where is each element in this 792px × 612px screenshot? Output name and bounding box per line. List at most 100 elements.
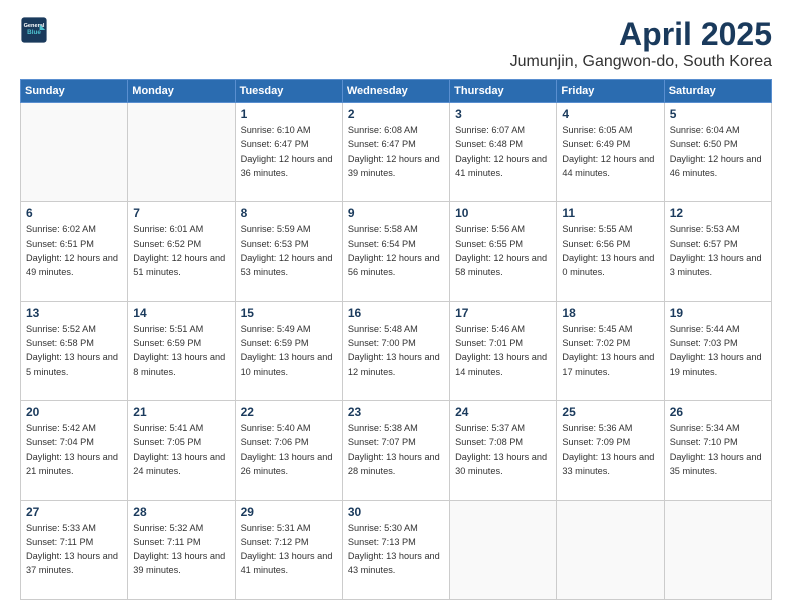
weekday-header: Saturday [664,80,771,103]
day-info: Sunrise: 5:45 AMSunset: 7:02 PMDaylight:… [562,322,658,379]
calendar-day-cell: 26Sunrise: 5:34 AMSunset: 7:10 PMDayligh… [664,401,771,500]
weekday-header: Monday [128,80,235,103]
day-number: 6 [26,206,122,220]
day-number: 30 [348,505,444,519]
day-info: Sunrise: 6:10 AMSunset: 6:47 PMDaylight:… [241,123,337,180]
day-info: Sunrise: 6:07 AMSunset: 6:48 PMDaylight:… [455,123,551,180]
day-info: Sunrise: 5:42 AMSunset: 7:04 PMDaylight:… [26,421,122,478]
calendar-day-cell: 30 Sunrise: 5:30 AMSunset: 7:13 PMDayligh… [342,500,449,599]
day-info: Sunrise: 5:40 AMSunset: 7:06 PMDaylight:… [241,421,337,478]
calendar-day-cell [557,500,664,599]
day-number: 27 [26,505,122,519]
calendar-body: 1 Sunrise: 6:10 AMSunset: 6:47 PMDaylight… [21,103,772,600]
day-info: Sunrise: 5:55 AMSunset: 6:56 PMDaylight:… [562,222,658,279]
day-info: Sunrise: 5:31 AMSunset: 7:12 PMDaylight:… [241,521,337,578]
page: General Blue April 2025 Jumunjin, Gangwo… [0,0,792,612]
weekday-header: Friday [557,80,664,103]
calendar-day-cell: 1 Sunrise: 6:10 AMSunset: 6:47 PMDaylight… [235,103,342,202]
day-number: 22 [241,405,337,419]
day-info: Sunrise: 5:34 AMSunset: 7:10 PMDaylight:… [670,421,766,478]
day-number: 2 [348,107,444,121]
day-number: 19 [670,306,766,320]
calendar-day-cell: 8 Sunrise: 5:59 AMSunset: 6:53 PMDaylight… [235,202,342,301]
day-info: Sunrise: 5:36 AMSunset: 7:09 PMDaylight:… [562,421,658,478]
calendar-week-row: 27 Sunrise: 5:33 AMSunset: 7:11 PMDayligh… [21,500,772,599]
calendar-week-row: 20Sunrise: 5:42 AMSunset: 7:04 PMDayligh… [21,401,772,500]
day-info: Sunrise: 6:05 AMSunset: 6:49 PMDaylight:… [562,123,658,180]
day-info: Sunrise: 5:33 AMSunset: 7:11 PMDaylight:… [26,521,122,578]
day-info: Sunrise: 5:41 AMSunset: 7:05 PMDaylight:… [133,421,229,478]
calendar-day-cell: 29 Sunrise: 5:31 AMSunset: 7:12 PMDayligh… [235,500,342,599]
calendar-day-cell: 24Sunrise: 5:37 AMSunset: 7:08 PMDayligh… [450,401,557,500]
day-number: 13 [26,306,122,320]
calendar-day-cell: 21 Sunrise: 5:41 AMSunset: 7:05 PMDayligh… [128,401,235,500]
calendar-day-cell: 22 Sunrise: 5:40 AMSunset: 7:06 PMDayligh… [235,401,342,500]
day-number: 3 [455,107,551,121]
calendar-day-cell: 23Sunrise: 5:38 AMSunset: 7:07 PMDayligh… [342,401,449,500]
day-number: 29 [241,505,337,519]
calendar-day-cell: 25 Sunrise: 5:36 AMSunset: 7:09 PMDayligh… [557,401,664,500]
calendar-day-cell [664,500,771,599]
weekday-header: Tuesday [235,80,342,103]
calendar-day-cell: 4 Sunrise: 6:05 AMSunset: 6:49 PMDaylight… [557,103,664,202]
day-number: 11 [562,206,658,220]
day-number: 9 [348,206,444,220]
day-info: Sunrise: 5:48 AMSunset: 7:00 PMDaylight:… [348,322,444,379]
header: General Blue April 2025 Jumunjin, Gangwo… [20,16,772,71]
day-number: 8 [241,206,337,220]
day-number: 16 [348,306,444,320]
day-info: Sunrise: 6:08 AMSunset: 6:47 PMDaylight:… [348,123,444,180]
calendar-day-cell: 2 Sunrise: 6:08 AMSunset: 6:47 PMDaylight… [342,103,449,202]
calendar-day-cell: 5 Sunrise: 6:04 AMSunset: 6:50 PMDaylight… [664,103,771,202]
day-info: Sunrise: 6:04 AMSunset: 6:50 PMDaylight:… [670,123,766,180]
day-info: Sunrise: 6:02 AMSunset: 6:51 PMDaylight:… [26,222,122,279]
day-info: Sunrise: 5:59 AMSunset: 6:53 PMDaylight:… [241,222,337,279]
calendar-day-cell: 10 Sunrise: 5:56 AMSunset: 6:55 PMDayligh… [450,202,557,301]
day-info: Sunrise: 5:44 AMSunset: 7:03 PMDaylight:… [670,322,766,379]
day-number: 23 [348,405,444,419]
calendar-day-cell: 9 Sunrise: 5:58 AMSunset: 6:54 PMDaylight… [342,202,449,301]
weekday-header: Wednesday [342,80,449,103]
calendar-day-cell: 11 Sunrise: 5:55 AMSunset: 6:56 PMDayligh… [557,202,664,301]
day-info: Sunrise: 5:58 AMSunset: 6:54 PMDaylight:… [348,222,444,279]
day-info: Sunrise: 5:56 AMSunset: 6:55 PMDaylight:… [455,222,551,279]
day-number: 7 [133,206,229,220]
weekday-header: Sunday [21,80,128,103]
day-number: 14 [133,306,229,320]
day-info: Sunrise: 5:37 AMSunset: 7:08 PMDaylight:… [455,421,551,478]
calendar-week-row: 13 Sunrise: 5:52 AMSunset: 6:58 PMDayligh… [21,301,772,400]
weekday-row: SundayMondayTuesdayWednesdayThursdayFrid… [21,80,772,103]
calendar-day-cell [21,103,128,202]
day-number: 1 [241,107,337,121]
calendar-day-cell: 12Sunrise: 5:53 AMSunset: 6:57 PMDayligh… [664,202,771,301]
calendar-day-cell: 15 Sunrise: 5:49 AMSunset: 6:59 PMDayligh… [235,301,342,400]
logo-icon: General Blue [20,16,48,44]
day-number: 15 [241,306,337,320]
day-number: 5 [670,107,766,121]
day-number: 25 [562,405,658,419]
calendar-day-cell: 18 Sunrise: 5:45 AMSunset: 7:02 PMDayligh… [557,301,664,400]
calendar-day-cell: 13 Sunrise: 5:52 AMSunset: 6:58 PMDayligh… [21,301,128,400]
calendar-day-cell [128,103,235,202]
calendar-day-cell: 19 Sunrise: 5:44 AMSunset: 7:03 PMDayligh… [664,301,771,400]
title-block: April 2025 Jumunjin, Gangwon-do, South K… [510,16,772,71]
day-number: 10 [455,206,551,220]
calendar-day-cell: 20Sunrise: 5:42 AMSunset: 7:04 PMDayligh… [21,401,128,500]
day-info: Sunrise: 5:30 AMSunset: 7:13 PMDaylight:… [348,521,444,578]
calendar-day-cell: 6 Sunrise: 6:02 AMSunset: 6:51 PMDaylight… [21,202,128,301]
day-number: 4 [562,107,658,121]
calendar-day-cell: 16 Sunrise: 5:48 AMSunset: 7:00 PMDayligh… [342,301,449,400]
day-info: Sunrise: 5:49 AMSunset: 6:59 PMDaylight:… [241,322,337,379]
day-info: Sunrise: 5:52 AMSunset: 6:58 PMDaylight:… [26,322,122,379]
day-number: 28 [133,505,229,519]
day-number: 18 [562,306,658,320]
logo: General Blue [20,16,48,44]
day-number: 17 [455,306,551,320]
day-number: 21 [133,405,229,419]
day-info: Sunrise: 5:51 AMSunset: 6:59 PMDaylight:… [133,322,229,379]
weekday-header: Thursday [450,80,557,103]
day-info: Sunrise: 5:53 AMSunset: 6:57 PMDaylight:… [670,222,766,279]
svg-text:Blue: Blue [27,29,41,36]
calendar-week-row: 1 Sunrise: 6:10 AMSunset: 6:47 PMDaylight… [21,103,772,202]
calendar-title: April 2025 [510,16,772,53]
